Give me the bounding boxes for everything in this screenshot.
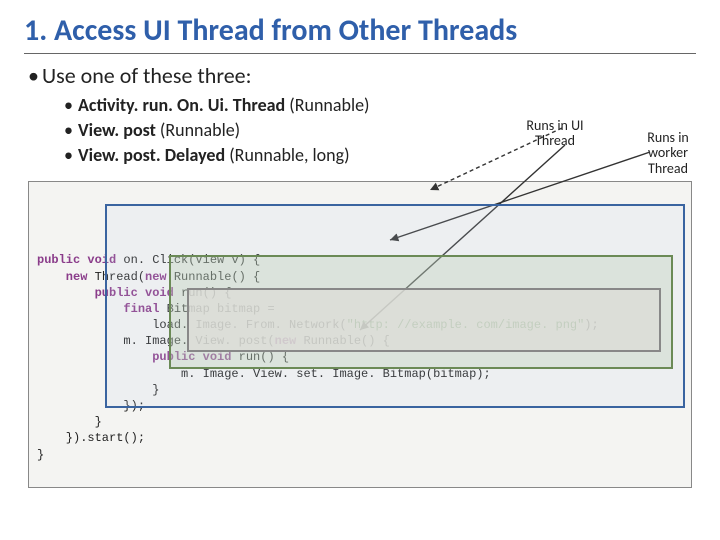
slide-title: 1. Access UI Thread from Other Threads — [24, 12, 696, 54]
code-block: public void on. Click(View v) { new Thre… — [28, 181, 692, 488]
main-bullet-text: Use one of these three: — [42, 62, 252, 89]
sub-bullet-1-bold: Activity. run. On. Ui. Thread — [78, 94, 285, 116]
sub-bullet-3-rest: (Runnable, long) — [225, 144, 349, 166]
label-ui-thread: Runs in UI Thread — [520, 118, 590, 149]
label-worker-thread: Runs in worker Thread — [636, 130, 700, 176]
main-bullet: •Use one of these three: — [28, 62, 696, 89]
sub-bullet-1-rest: (Runnable) — [285, 94, 369, 116]
annotation-labels: Runs in UI Thread Runs in worker Thread — [520, 110, 700, 190]
sub-bullet-3-bold: View. post. Delayed — [78, 144, 225, 166]
sub-bullet-2-bold: View. post — [78, 119, 156, 141]
sub-bullet-2-rest: (Runnable) — [156, 119, 240, 141]
